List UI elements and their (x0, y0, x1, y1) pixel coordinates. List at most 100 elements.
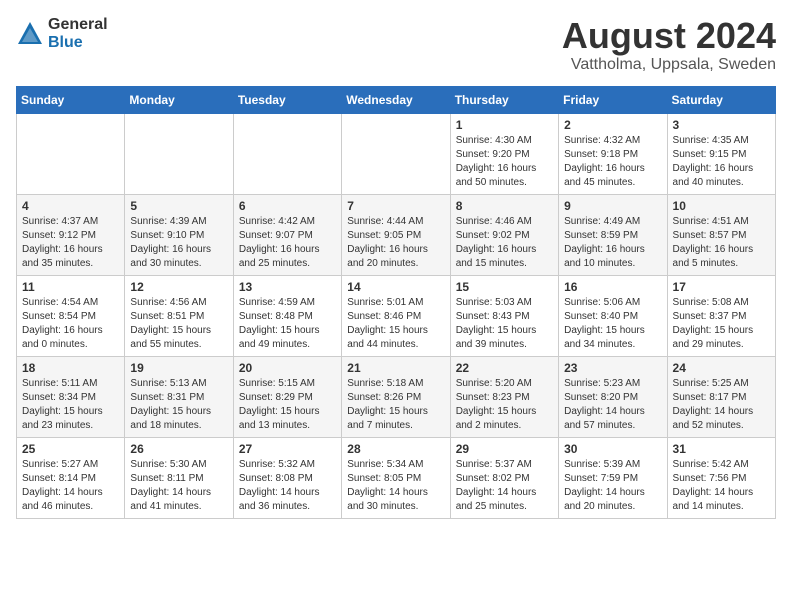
day-number: 28 (347, 442, 444, 456)
table-row: 30 Sunrise: 5:39 AM Sunset: 7:59 PM Dayli… (559, 437, 667, 518)
table-row: 2Sunrise: 4:32 AM Sunset: 9:18 PM Daylig… (559, 113, 667, 194)
day-info: Sunrise: 4:54 AM Sunset: 8:54 PM Dayligh… (22, 296, 119, 352)
logo-general-text: General (48, 16, 108, 34)
table-row: 7Sunrise: 4:44 AM Sunset: 9:05 PM Daylig… (342, 194, 450, 275)
day-info: Sunrise: 5:20 AM Sunset: 8:23 PM Dayligh… (456, 377, 553, 433)
day-number: 1 (456, 118, 553, 132)
calendar-week-row: 18 Sunrise: 5:11 AM Sunset: 8:34 PM Dayli… (17, 356, 776, 437)
day-info: Sunrise: 5:27 AM Sunset: 8:14 PM Dayligh… (22, 458, 119, 514)
day-info: Sunrise: 5:01 AM Sunset: 8:46 PM Dayligh… (347, 296, 444, 352)
day-number: 29 (456, 442, 553, 456)
calendar-header-row: Sunday Monday Tuesday Wednesday Thursday… (17, 86, 776, 113)
day-info: Sunrise: 5:25 AM Sunset: 8:17 PM Dayligh… (673, 377, 770, 433)
calendar-week-row: 4Sunrise: 4:37 AM Sunset: 9:12 PM Daylig… (17, 194, 776, 275)
table-row (233, 113, 341, 194)
table-row (17, 113, 125, 194)
day-number: 19 (130, 361, 227, 375)
day-info: Sunrise: 4:42 AM Sunset: 9:07 PM Dayligh… (239, 215, 336, 271)
month-year-title: August 2024 (562, 16, 776, 56)
day-number: 25 (22, 442, 119, 456)
header-tuesday: Tuesday (233, 86, 341, 113)
table-row: 19 Sunrise: 5:13 AM Sunset: 8:31 PM Dayli… (125, 356, 233, 437)
table-row: 18 Sunrise: 5:11 AM Sunset: 8:34 PM Dayli… (17, 356, 125, 437)
day-info: Sunrise: 4:39 AM Sunset: 9:10 PM Dayligh… (130, 215, 227, 271)
table-row: 5 Sunrise: 4:39 AM Sunset: 9:10 PM Daylig… (125, 194, 233, 275)
header-monday: Monday (125, 86, 233, 113)
table-row: 22 Sunrise: 5:20 AM Sunset: 8:23 PM Dayli… (450, 356, 558, 437)
day-info: Sunrise: 5:39 AM Sunset: 7:59 PM Dayligh… (564, 458, 661, 514)
table-row: 3Sunrise: 4:35 AM Sunset: 9:15 PM Daylig… (667, 113, 775, 194)
calendar-table: Sunday Monday Tuesday Wednesday Thursday… (16, 86, 776, 519)
day-number: 14 (347, 280, 444, 294)
day-info: Sunrise: 4:46 AM Sunset: 9:02 PM Dayligh… (456, 215, 553, 271)
calendar-week-row: 1 Sunrise: 4:30 AM Sunset: 9:20 PM Daylig… (17, 113, 776, 194)
table-row: 8 Sunrise: 4:46 AM Sunset: 9:02 PM Daylig… (450, 194, 558, 275)
day-info: Sunrise: 5:30 AM Sunset: 8:11 PM Dayligh… (130, 458, 227, 514)
day-number: 12 (130, 280, 227, 294)
day-number: 13 (239, 280, 336, 294)
table-row: 26Sunrise: 5:30 AM Sunset: 8:11 PM Dayli… (125, 437, 233, 518)
day-number: 4 (22, 199, 119, 213)
logo: General Blue (16, 16, 108, 51)
day-number: 10 (673, 199, 770, 213)
table-row: 10Sunrise: 4:51 AM Sunset: 8:57 PM Dayli… (667, 194, 775, 275)
table-row: 6 Sunrise: 4:42 AM Sunset: 9:07 PM Daylig… (233, 194, 341, 275)
table-row: 13 Sunrise: 4:59 AM Sunset: 8:48 PM Dayli… (233, 275, 341, 356)
day-number: 6 (239, 199, 336, 213)
day-number: 15 (456, 280, 553, 294)
table-row: 15 Sunrise: 5:03 AM Sunset: 8:43 PM Dayli… (450, 275, 558, 356)
calendar-week-row: 25 Sunrise: 5:27 AM Sunset: 8:14 PM Dayli… (17, 437, 776, 518)
day-info: Sunrise: 4:44 AM Sunset: 9:05 PM Dayligh… (347, 215, 444, 271)
header-friday: Friday (559, 86, 667, 113)
day-number: 21 (347, 361, 444, 375)
day-info: Sunrise: 4:59 AM Sunset: 8:48 PM Dayligh… (239, 296, 336, 352)
location-subtitle: Vattholma, Uppsala, Sweden (562, 56, 776, 74)
table-row: 28 Sunrise: 5:34 AM Sunset: 8:05 PM Dayli… (342, 437, 450, 518)
table-row: 21 Sunrise: 5:18 AM Sunset: 8:26 PM Dayli… (342, 356, 450, 437)
table-row (125, 113, 233, 194)
title-block: August 2024 Vattholma, Uppsala, Sweden (562, 16, 776, 74)
table-row: 16 Sunrise: 5:06 AM Sunset: 8:40 PM Dayli… (559, 275, 667, 356)
table-row: 20Sunrise: 5:15 AM Sunset: 8:29 PM Dayli… (233, 356, 341, 437)
day-number: 11 (22, 280, 119, 294)
table-row: 4Sunrise: 4:37 AM Sunset: 9:12 PM Daylig… (17, 194, 125, 275)
day-info: Sunrise: 5:23 AM Sunset: 8:20 PM Dayligh… (564, 377, 661, 433)
day-info: Sunrise: 5:08 AM Sunset: 8:37 PM Dayligh… (673, 296, 770, 352)
table-row (342, 113, 450, 194)
day-info: Sunrise: 5:34 AM Sunset: 8:05 PM Dayligh… (347, 458, 444, 514)
header-saturday: Saturday (667, 86, 775, 113)
table-row: 27 Sunrise: 5:32 AM Sunset: 8:08 PM Dayli… (233, 437, 341, 518)
day-number: 20 (239, 361, 336, 375)
day-info: Sunrise: 5:37 AM Sunset: 8:02 PM Dayligh… (456, 458, 553, 514)
table-row: 1 Sunrise: 4:30 AM Sunset: 9:20 PM Daylig… (450, 113, 558, 194)
day-number: 8 (456, 199, 553, 213)
day-info: Sunrise: 5:03 AM Sunset: 8:43 PM Dayligh… (456, 296, 553, 352)
table-row: 24Sunrise: 5:25 AM Sunset: 8:17 PM Dayli… (667, 356, 775, 437)
day-number: 16 (564, 280, 661, 294)
logo-blue-text: Blue (48, 34, 108, 52)
header-thursday: Thursday (450, 86, 558, 113)
table-row: 11 Sunrise: 4:54 AM Sunset: 8:54 PM Dayli… (17, 275, 125, 356)
day-number: 5 (130, 199, 227, 213)
day-info: Sunrise: 5:18 AM Sunset: 8:26 PM Dayligh… (347, 377, 444, 433)
page-header: General Blue August 2024 Vattholma, Upps… (16, 16, 776, 74)
day-info: Sunrise: 5:42 AM Sunset: 7:56 PM Dayligh… (673, 458, 770, 514)
day-info: Sunrise: 5:06 AM Sunset: 8:40 PM Dayligh… (564, 296, 661, 352)
day-info: Sunrise: 5:11 AM Sunset: 8:34 PM Dayligh… (22, 377, 119, 433)
day-number: 9 (564, 199, 661, 213)
day-info: Sunrise: 5:13 AM Sunset: 8:31 PM Dayligh… (130, 377, 227, 433)
day-number: 22 (456, 361, 553, 375)
day-info: Sunrise: 4:56 AM Sunset: 8:51 PM Dayligh… (130, 296, 227, 352)
day-number: 17 (673, 280, 770, 294)
day-number: 23 (564, 361, 661, 375)
day-number: 27 (239, 442, 336, 456)
day-number: 30 (564, 442, 661, 456)
day-info: Sunrise: 5:32 AM Sunset: 8:08 PM Dayligh… (239, 458, 336, 514)
table-row: 12 Sunrise: 4:56 AM Sunset: 8:51 PM Dayli… (125, 275, 233, 356)
table-row: 25 Sunrise: 5:27 AM Sunset: 8:14 PM Dayli… (17, 437, 125, 518)
day-number: 31 (673, 442, 770, 456)
header-sunday: Sunday (17, 86, 125, 113)
day-number: 18 (22, 361, 119, 375)
day-info: Sunrise: 4:49 AM Sunset: 8:59 PM Dayligh… (564, 215, 661, 271)
day-info: Sunrise: 4:30 AM Sunset: 9:20 PM Dayligh… (456, 134, 553, 190)
